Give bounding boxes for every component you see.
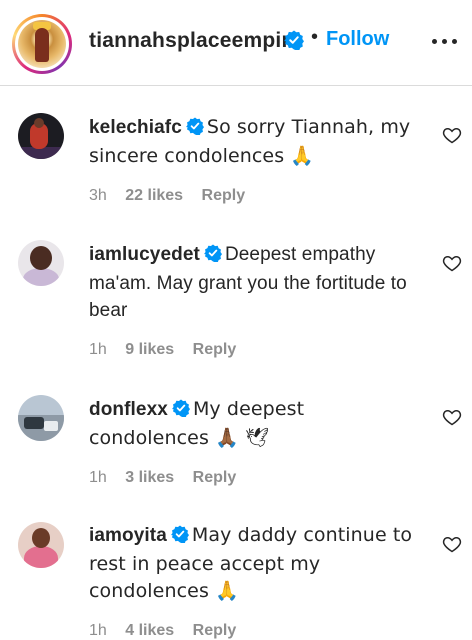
comment-meta: 3h 22 likes Reply bbox=[89, 187, 259, 205]
avatar[interactable] bbox=[18, 395, 64, 441]
comment-text: iamlucyedet Deepest empathy ma'am. May gr… bbox=[89, 241, 429, 324]
comment-meta: 1h 4 likes Reply bbox=[89, 622, 250, 640]
comment-time: 1h bbox=[89, 622, 107, 639]
comment-username[interactable]: donflexx bbox=[89, 399, 168, 420]
comment-meta: 1h 9 likes Reply bbox=[89, 341, 250, 359]
comment-username[interactable]: kelechiafc bbox=[89, 117, 182, 138]
comment-meta: 1h 3 likes Reply bbox=[89, 469, 250, 487]
like-heart-icon[interactable] bbox=[442, 125, 462, 145]
comment-likes[interactable]: 4 likes bbox=[125, 622, 174, 639]
more-options-icon[interactable] bbox=[432, 28, 458, 54]
avatar-image bbox=[18, 20, 66, 68]
comment-text: kelechiafc So sorry Tiannah, my sincere c… bbox=[89, 114, 429, 170]
comment-time: 3h bbox=[89, 187, 107, 204]
reply-button[interactable]: Reply bbox=[202, 187, 246, 204]
verified-icon bbox=[204, 243, 222, 270]
avatar[interactable] bbox=[18, 240, 64, 286]
header-username[interactable]: tiannahsplaceempire bbox=[89, 29, 302, 53]
comment-username[interactable]: iamlucyedet bbox=[89, 244, 200, 265]
profile-avatar[interactable] bbox=[12, 14, 72, 74]
comment-likes[interactable]: 9 likes bbox=[125, 341, 174, 358]
comment-likes[interactable]: 3 likes bbox=[125, 469, 174, 486]
avatar[interactable] bbox=[18, 113, 64, 159]
avatar[interactable] bbox=[18, 522, 64, 568]
comment-text: iamoyita May daddy continue to rest in pe… bbox=[89, 522, 429, 605]
like-heart-icon[interactable] bbox=[442, 534, 462, 554]
reply-button[interactable]: Reply bbox=[193, 341, 237, 358]
comment-username[interactable]: iamoyita bbox=[89, 525, 167, 546]
like-heart-icon[interactable] bbox=[442, 407, 462, 427]
reply-button[interactable]: Reply bbox=[193, 622, 237, 639]
reply-button[interactable]: Reply bbox=[193, 469, 237, 486]
comment-time: 1h bbox=[89, 469, 107, 486]
separator-dot: • bbox=[311, 26, 319, 48]
comment-likes[interactable]: 22 likes bbox=[125, 187, 183, 204]
post-header: tiannahsplaceempire • Follow bbox=[0, 0, 472, 86]
verified-icon bbox=[172, 398, 190, 425]
verified-icon bbox=[171, 524, 189, 551]
comment-text: donflexx My deepest condolences 🙏🏾 🕊 bbox=[89, 396, 429, 452]
verified-icon bbox=[186, 116, 204, 143]
verified-icon bbox=[284, 30, 304, 55]
comment-time: 1h bbox=[89, 341, 107, 358]
follow-button[interactable]: Follow bbox=[326, 28, 389, 51]
like-heart-icon[interactable] bbox=[442, 253, 462, 273]
